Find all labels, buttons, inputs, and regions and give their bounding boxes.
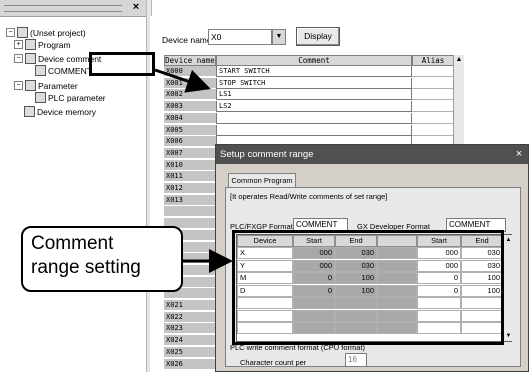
callout-line2: range setting <box>31 257 141 278</box>
callout-line1: Comment <box>31 233 114 254</box>
callout-comment-range-setting: Comment range setting <box>21 226 183 292</box>
arrow-to-grid <box>154 68 211 93</box>
callout-arrows <box>154 68 233 273</box>
